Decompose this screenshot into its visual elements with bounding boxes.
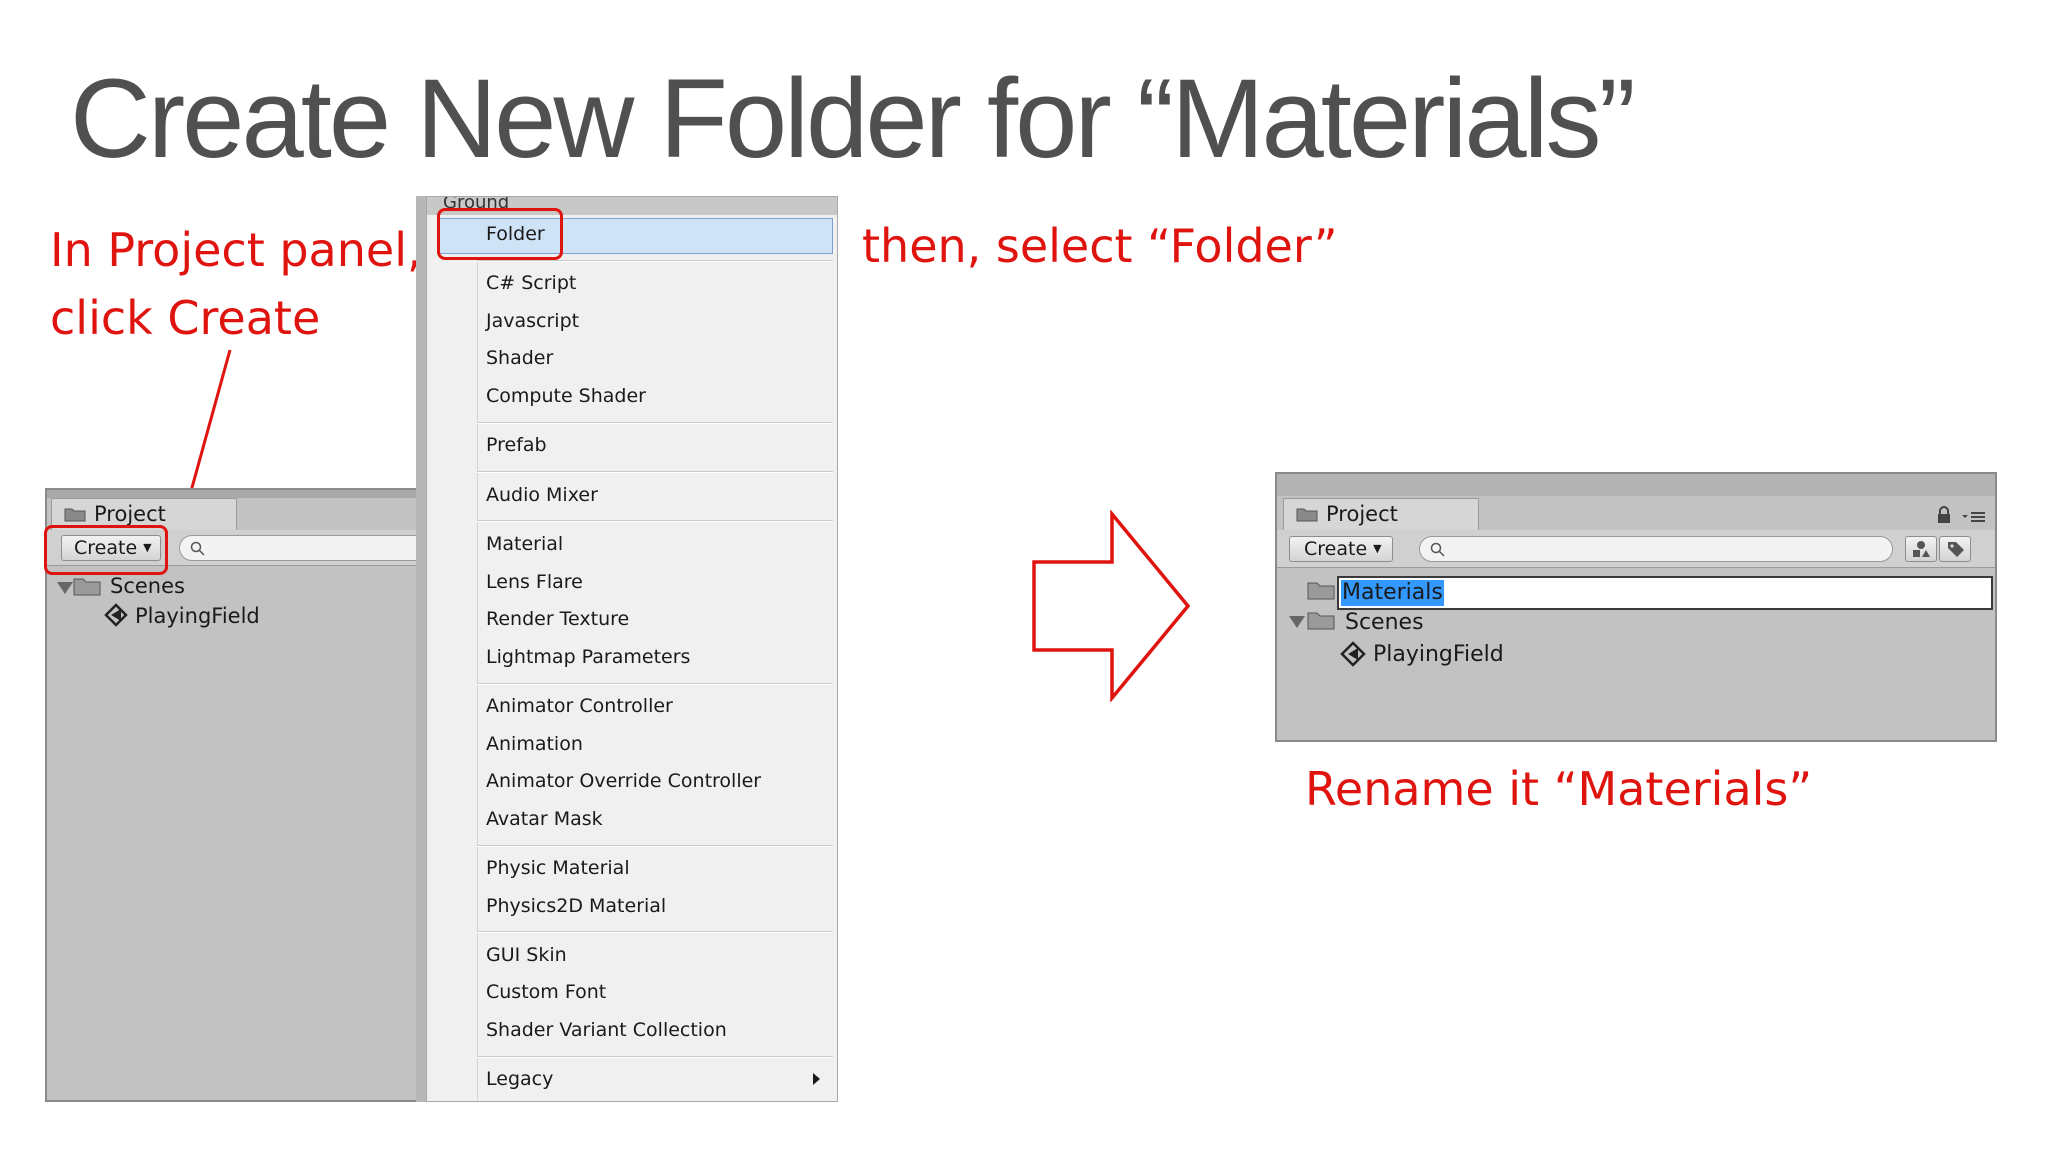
menu-gutter (477, 257, 478, 1101)
project-panel-right: Project Create ▼ Materials Scenes Playin… (1275, 472, 1997, 742)
filter-type-icon (1913, 541, 1930, 557)
menu-item-animator-controller[interactable]: Animator Controller (486, 694, 673, 718)
annotation-step1-line1: In Project panel, (50, 223, 422, 277)
project-tab-label: Project (94, 502, 166, 526)
search-icon (1430, 542, 1445, 557)
submenu-arrow-icon (813, 1073, 820, 1085)
highlight-create-button (44, 525, 168, 575)
menu-separator (477, 520, 833, 522)
menu-item-physics2d-material[interactable]: Physics2D Material (486, 894, 666, 918)
tree-item-scenes[interactable]: Scenes (1345, 610, 1424, 635)
unity-scene-icon (1340, 641, 1366, 667)
menu-separator (477, 471, 833, 473)
slide-title: Create New Folder for “Materials” (70, 56, 1636, 181)
unity-scene-icon (104, 603, 128, 627)
menu-item-lens-flare[interactable]: Lens Flare (486, 570, 583, 594)
folder-icon (1296, 508, 1318, 522)
menu-separator (477, 683, 833, 685)
tree-item-playingfield[interactable]: PlayingField (1373, 642, 1504, 667)
folder-icon (1307, 582, 1335, 600)
annotation-step2: then, select “Folder” (862, 219, 1338, 273)
menu-item-csharp-script[interactable]: C# Script (486, 271, 576, 295)
menu-item-render-texture[interactable]: Render Texture (486, 607, 629, 631)
menu-item-shader[interactable]: Shader (486, 346, 553, 370)
menu-separator (477, 931, 833, 933)
search-icon (190, 541, 205, 556)
folder-icon (64, 508, 86, 522)
menu-separator (477, 1056, 833, 1058)
menu-item-gui-skin[interactable]: GUI Skin (486, 943, 567, 967)
expand-triangle-icon[interactable] (1289, 616, 1305, 628)
menu-item-legacy[interactable]: Legacy (486, 1067, 553, 1091)
folder-icon (1307, 612, 1335, 630)
annotation-step3: Rename it “Materials” (1305, 762, 1813, 816)
panel-topbar (1277, 474, 1995, 496)
create-button[interactable]: Create ▼ (1289, 536, 1393, 562)
tag-icon (1948, 542, 1964, 557)
menu-item-lightmap-parameters[interactable]: Lightmap Parameters (486, 645, 690, 669)
menu-item-avatar-mask[interactable]: Avatar Mask (486, 807, 603, 831)
create-button-label: Create (1304, 538, 1368, 560)
lock-icon[interactable] (1935, 506, 1953, 524)
right-arrow-icon (1032, 510, 1191, 702)
menu-separator (477, 845, 833, 847)
expand-triangle-icon[interactable] (57, 582, 73, 594)
tree-item-scenes[interactable]: Scenes (110, 574, 185, 598)
filter-by-type-button[interactable] (1905, 536, 1937, 562)
panel-topbar (47, 490, 421, 498)
project-toolbar: Create ▼ (1277, 530, 1995, 568)
menu-item-animator-override-controller[interactable]: Animator Override Controller (486, 769, 761, 793)
menu-item-animation[interactable]: Animation (486, 732, 583, 756)
dropdown-caret-icon: ▼ (1373, 542, 1382, 555)
menu-item-shader-variant-collection[interactable]: Shader Variant Collection (486, 1018, 727, 1042)
project-tab[interactable]: Project (1283, 498, 1479, 530)
rename-input[interactable]: Materials (1337, 576, 1993, 610)
panel-menu-icon[interactable] (1961, 508, 1987, 524)
highlight-folder-item (437, 208, 563, 260)
menu-item-javascript[interactable]: Javascript (486, 309, 579, 333)
tree-item-playingfield[interactable]: PlayingField (135, 604, 260, 628)
rename-input-text: Materials (1341, 580, 1444, 606)
annotation-step1-line2: click Create (50, 291, 321, 345)
menu-separator (477, 422, 833, 424)
folder-icon (73, 578, 101, 596)
menu-item-custom-font[interactable]: Custom Font (486, 980, 606, 1004)
menu-item-audio-mixer[interactable]: Audio Mixer (486, 483, 598, 507)
project-tab-label: Project (1326, 502, 1398, 526)
menu-separator (477, 260, 833, 262)
search-input[interactable] (1419, 536, 1893, 562)
search-input[interactable] (179, 535, 439, 561)
menu-item-prefab[interactable]: Prefab (486, 433, 547, 457)
project-panel-left: Project Create ▼ Scenes PlayingField (45, 488, 439, 1102)
menu-item-compute-shader[interactable]: Compute Shader (486, 384, 646, 408)
menu-item-material[interactable]: Material (486, 532, 563, 556)
create-context-menu: Ground Folder C# Script Javascript Shade… (426, 196, 838, 1102)
filter-by-label-button[interactable] (1939, 536, 1971, 562)
menu-item-physic-material[interactable]: Physic Material (486, 856, 630, 880)
